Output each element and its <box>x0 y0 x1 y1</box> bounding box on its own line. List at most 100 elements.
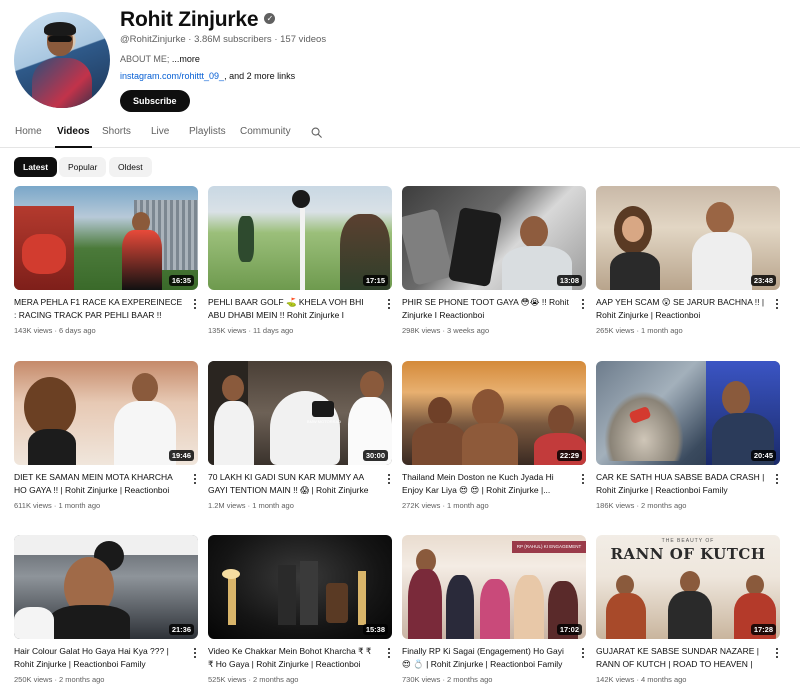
video-thumbnail[interactable]: THE BEAUTY OF RANN OF KUTCH 17:28 <box>596 535 780 639</box>
video-stats: 135K views · 11 days ago <box>208 326 294 335</box>
tab-videos[interactable]: Videos <box>55 126 92 148</box>
video-duration: 30:00 <box>362 450 388 461</box>
channel-links: instagram.com/rohittt_09_, and 2 more li… <box>120 71 295 81</box>
subscribe-button[interactable]: Subscribe <box>120 90 190 112</box>
video-stats: 272K views · 1 month ago <box>402 501 489 510</box>
more-vert-icon[interactable] <box>386 473 392 485</box>
view-count: 525K views <box>208 675 247 684</box>
more-links[interactable]: , and 2 more links <box>224 71 295 81</box>
video-stats: 730K views · 2 months ago <box>402 675 493 684</box>
video-duration: 19:46 <box>168 450 194 461</box>
video-thumbnail[interactable]: 13:08 <box>402 186 586 290</box>
view-count: 611K views <box>14 501 52 510</box>
video-thumbnail[interactable]: 16:35 <box>14 186 198 290</box>
more-vert-icon[interactable] <box>192 473 198 485</box>
more-vert-icon[interactable] <box>192 298 198 310</box>
video-title[interactable]: Video Ke Chakkar Mein Bohot Kharcha ₹ ₹ … <box>208 645 378 670</box>
view-count: 142K views <box>596 675 635 684</box>
video-title[interactable]: CAR KE SATH HUA SABSE BADA CRASH | Rohit… <box>596 471 766 496</box>
video-count: 157 videos <box>280 34 327 45</box>
view-count: 135K views <box>208 326 247 335</box>
video-title[interactable]: 70 LAKH KI GADI SUN KAR MUMMY AA GAYI TE… <box>208 471 378 496</box>
video-title[interactable]: GUJARAT KE SABSE SUNDAR NAZARE | RANN OF… <box>596 645 766 670</box>
thumbnail-title: RANN OF KUTCH <box>610 545 766 563</box>
description-more-link[interactable]: ...more <box>172 54 200 64</box>
more-vert-icon[interactable] <box>386 647 392 659</box>
tab-live[interactable]: Live <box>151 126 169 137</box>
search-icon[interactable] <box>311 127 322 138</box>
more-vert-icon[interactable] <box>580 298 586 310</box>
thumbnail-subtitle: THE BEAUTY OF <box>661 538 715 544</box>
video-title[interactable]: PEHLI BAAR GOLF ⛳ KHELA VOH BHI ABU DHAB… <box>208 296 378 321</box>
view-count: 1.2M views <box>208 501 246 510</box>
tab-shorts[interactable]: Shorts <box>102 126 131 137</box>
video-duration: 20:45 <box>750 450 776 461</box>
video-duration: 17:15 <box>362 275 388 286</box>
video-duration: 13:08 <box>556 275 582 286</box>
channel-meta: @RohitZinjurke · 3.86M subscribers · 157… <box>120 34 327 45</box>
video-duration: 21:36 <box>168 624 194 635</box>
video-thumbnail[interactable]: 22:29 <box>402 361 586 465</box>
more-vert-icon[interactable] <box>774 473 780 485</box>
upload-age: 2 months ago <box>253 675 299 684</box>
instagram-link[interactable]: instagram.com/rohittt_09_ <box>120 71 224 81</box>
tab-community[interactable]: Community <box>240 126 291 137</box>
channel-tabs: Home Videos Shorts Live Playlists Commun… <box>0 118 800 148</box>
upload-age: 4 months ago <box>641 675 687 684</box>
view-count: 250K views <box>14 675 53 684</box>
view-count: 186K views <box>596 501 635 510</box>
more-vert-icon[interactable] <box>580 647 586 659</box>
video-thumbnail[interactable]: RP (RAHUL) KI ENGAGEMENT 17:02 <box>402 535 586 639</box>
video-title[interactable]: AAP YEH SCAM 😲 SE JARUR BACHNA !! | Rohi… <box>596 296 766 321</box>
filter-latest[interactable]: Latest <box>14 157 58 177</box>
video-title[interactable]: Thailand Mein Doston ne Kuch Jyada Hi En… <box>402 471 572 496</box>
video-duration: 17:02 <box>556 624 582 635</box>
video-thumbnail[interactable]: 15:38 <box>208 535 392 639</box>
more-vert-icon[interactable] <box>192 647 198 659</box>
video-stats: 250K views · 2 months ago <box>14 675 105 684</box>
upload-age: 6 days ago <box>59 326 96 335</box>
upload-age: 1 month ago <box>641 326 683 335</box>
video-thumbnail[interactable]: BMW MOTORRAD 30:00 <box>208 361 392 465</box>
upload-age: 3 weeks ago <box>447 326 490 335</box>
more-vert-icon[interactable] <box>774 298 780 310</box>
video-duration: 22:29 <box>556 450 582 461</box>
upload-age: 11 days ago <box>253 326 294 335</box>
upload-age: 1 month ago <box>58 501 101 510</box>
verified-check-icon: ✓ <box>264 12 276 24</box>
video-title[interactable]: PHIR SE PHONE TOOT GAYA 😳😭 !! Rohit Zinj… <box>402 296 572 321</box>
video-duration: 15:38 <box>362 624 388 635</box>
channel-avatar[interactable] <box>14 12 110 108</box>
more-vert-icon[interactable] <box>580 473 586 485</box>
video-thumbnail[interactable]: 21:36 <box>14 535 198 639</box>
view-count: 265K views <box>596 326 635 335</box>
subscriber-count: 3.86M subscribers <box>194 34 272 45</box>
video-stats: 142K views · 4 months ago <box>596 675 687 684</box>
upload-age: 2 months ago <box>59 675 105 684</box>
video-stats: 611K views · 1 month ago <box>14 501 101 510</box>
video-stats: 186K views · 2 months ago <box>596 501 687 510</box>
filter-oldest[interactable]: Oldest <box>109 157 152 177</box>
video-thumbnail[interactable]: 17:15 <box>208 186 392 290</box>
filter-popular[interactable]: Popular <box>59 157 107 177</box>
video-thumbnail[interactable]: 23:48 <box>596 186 780 290</box>
channel-name: Rohit Zinjurke ✓ <box>120 8 276 32</box>
video-title[interactable]: DIET KE SAMAN MEIN MOTA KHARCHA HO GAYA … <box>14 471 184 496</box>
upload-age: 1 month ago <box>447 501 489 510</box>
more-vert-icon[interactable] <box>774 647 780 659</box>
video-title[interactable]: Hair Colour Galat Ho Gaya Hai Kya ??? | … <box>14 645 184 670</box>
tab-home[interactable]: Home <box>15 126 42 137</box>
video-thumbnail[interactable]: 20:45 <box>596 361 780 465</box>
video-thumbnail[interactable]: 19:46 <box>14 361 198 465</box>
engagement-banner: RP (RAHUL) KI ENGAGEMENT <box>512 541 586 553</box>
video-stats: 298K views · 3 weeks ago <box>402 326 490 335</box>
more-vert-icon[interactable] <box>386 298 392 310</box>
video-title[interactable]: Finally RP Ki Sagai (Engagement) Ho Gayi… <box>402 645 572 670</box>
tab-playlists[interactable]: Playlists <box>189 126 226 137</box>
video-title[interactable]: MERA PEHLA F1 RACE KA EXPEREINECE : RACI… <box>14 296 184 321</box>
channel-description[interactable]: ABOUT ME; ...more <box>120 54 200 64</box>
view-count: 272K views <box>402 501 441 510</box>
view-count: 730K views <box>402 675 441 684</box>
upload-age: 2 months ago <box>641 501 687 510</box>
view-count: 143K views <box>14 326 53 335</box>
